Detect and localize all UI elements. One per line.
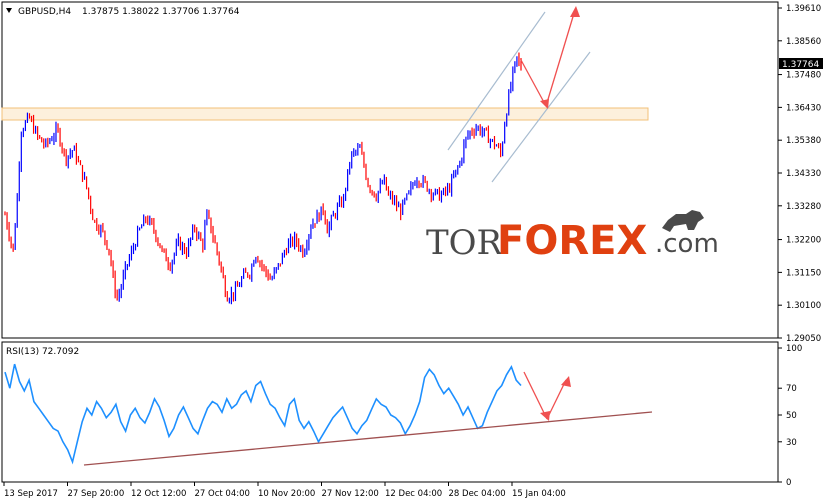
resistance-zone xyxy=(1,107,649,121)
price-axis: 1.39610 1.38560 1.37480 1.36430 1.35380 1.343… xyxy=(778,4,821,344)
time-axis: 13 Sep 2017 27 Sep 20:00 12 Oct 12:00 27 Oc… xyxy=(3,482,566,499)
current-price-label: 1.37764 xyxy=(782,60,819,70)
price-axis-label: 1.32200 xyxy=(786,236,821,246)
rsi-header-label: RSI(13) 72.7092 xyxy=(6,347,79,357)
chart-canvas: GBPUSD,H4 1.37875 1.38022 1.37706 1.3776… xyxy=(1,1,823,499)
rsi-axis-label: 30 xyxy=(786,438,797,448)
price-axis-label: 1.36430 xyxy=(786,103,821,113)
time-axis-label: 27 Oct 04:00 xyxy=(195,489,250,499)
rsi-axis: 100 70 50 30 0 xyxy=(778,344,802,488)
rsi-axis-label: 50 xyxy=(786,411,797,421)
price-axis-label: 1.33280 xyxy=(786,202,821,212)
price-axis-label: 1.37480 xyxy=(786,71,821,81)
logo-forex-text: FOREX xyxy=(497,218,647,264)
rsi-axis-label: 0 xyxy=(786,478,791,488)
price-axis-label: 1.29050 xyxy=(786,334,821,344)
price-axis-label: 1.35380 xyxy=(786,136,821,146)
time-axis-label: 10 Nov 20:00 xyxy=(258,489,315,499)
ohlc-header-label: 1.37875 1.38022 1.37706 1.37764 xyxy=(82,7,240,17)
rsi-axis-label: 100 xyxy=(786,344,802,354)
time-axis-label: 27 Nov 12:00 xyxy=(322,489,379,499)
rsi-axis-label: 70 xyxy=(786,384,797,394)
price-axis-label: 1.31150 xyxy=(786,268,821,278)
price-axis-label: 1.39610 xyxy=(786,4,821,14)
time-axis-label: 27 Sep 20:00 xyxy=(68,489,125,499)
time-axis-label: 28 Dec 04:00 xyxy=(449,489,506,499)
price-axis-label: 1.38560 xyxy=(786,37,821,47)
logo-tor-text: TOR xyxy=(426,223,504,263)
symbol-header-label: GBPUSD,H4 xyxy=(18,7,71,17)
time-axis-label: 13 Sep 2017 xyxy=(4,489,58,499)
price-panel-frame xyxy=(1,1,779,339)
price-axis-label: 1.30100 xyxy=(786,301,821,311)
logo-com-text: .com xyxy=(655,229,719,259)
price-axis-label: 1.34330 xyxy=(786,169,821,179)
time-axis-label: 15 Jan 04:00 xyxy=(512,489,566,499)
time-axis-label: 12 Oct 12:00 xyxy=(131,489,186,499)
time-axis-label: 12 Dec 04:00 xyxy=(385,489,442,499)
